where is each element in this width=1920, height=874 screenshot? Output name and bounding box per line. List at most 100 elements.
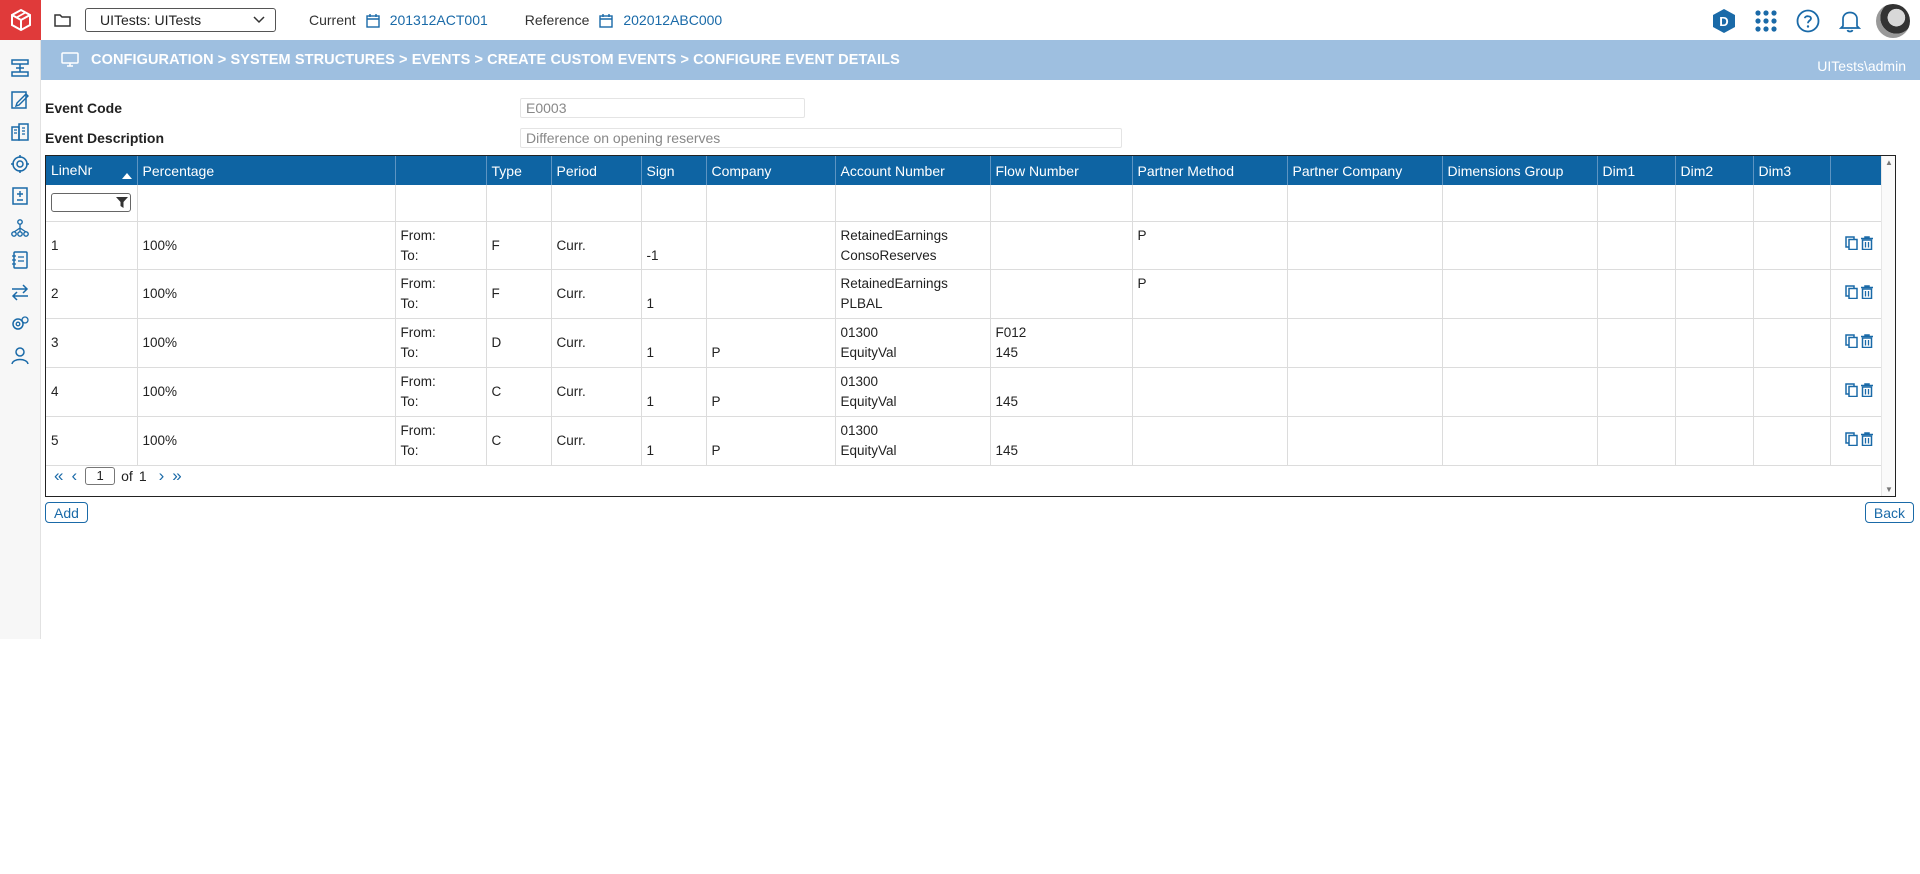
scroll-down-arrow-icon[interactable]: ▼ xyxy=(1885,485,1893,494)
column-header-dim2[interactable]: Dim2 xyxy=(1675,156,1754,185)
column-header-period[interactable]: Period xyxy=(551,156,642,185)
sidebar-item-configuration[interactable] xyxy=(0,308,41,340)
partner-company-cell xyxy=(1287,221,1443,271)
row-actions-cell xyxy=(1830,318,1882,369)
apps-grid-icon xyxy=(1755,10,1777,32)
column-header-company[interactable]: Company xyxy=(706,156,836,185)
grid-vertical-scrollbar[interactable]: ▲ ▼ xyxy=(1881,156,1895,496)
dim3-cell xyxy=(1753,269,1831,320)
dim3-cell xyxy=(1753,367,1831,418)
app-logo[interactable] xyxy=(0,0,41,40)
dimensions-group-cell xyxy=(1442,221,1598,271)
add-button[interactable]: Add xyxy=(45,502,88,523)
sidebar-item-users[interactable] xyxy=(0,340,41,372)
column-header-dim3[interactable]: Dim3 xyxy=(1753,156,1831,185)
partner-company-cell xyxy=(1287,269,1443,320)
percentage-cell: 100% xyxy=(137,318,396,369)
account-to: EquityVal xyxy=(840,443,897,459)
column-header-partner-method[interactable]: Partner Method xyxy=(1132,156,1288,185)
flow-number-cell: 145 xyxy=(990,416,1133,467)
account-to: EquityVal xyxy=(840,345,897,361)
copy-icon xyxy=(1844,383,1858,398)
period-cell: Curr. xyxy=(551,221,642,271)
user-avatar[interactable] xyxy=(1876,4,1910,38)
column-header-percentage[interactable]: Percentage xyxy=(137,156,396,185)
reference-period-picker[interactable]: 202012ABC000 xyxy=(599,12,722,28)
current-period-picker[interactable]: 201312ACT001 xyxy=(365,12,488,28)
swap-arrows-icon xyxy=(11,284,29,301)
flow-from xyxy=(996,421,1127,441)
breadcrumb-bar: CONFIGURATION > SYSTEM STRUCTURES > EVEN… xyxy=(41,40,1920,80)
linenr-filter-input[interactable] xyxy=(51,193,131,213)
d-badge-button[interactable]: D xyxy=(1708,5,1740,37)
table-row[interactable]: 4 100% From: To: C Curr. 1 P 01300 EquityVal 145 xyxy=(46,367,1882,418)
chevron-down-icon xyxy=(253,16,265,24)
copy-row-button[interactable] xyxy=(1844,320,1858,367)
sidebar-item-global-settings[interactable] xyxy=(0,148,41,180)
previous-page-button[interactable]: ‹ xyxy=(71,466,77,486)
table-row[interactable]: 3 100% From: To: D Curr. 1 P 01300 EquityVal F012 1… xyxy=(46,318,1882,369)
sidebar-item-companies[interactable] xyxy=(0,116,41,148)
back-button[interactable]: Back xyxy=(1864,502,1914,523)
scroll-up-arrow-icon[interactable]: ▲ xyxy=(1885,158,1893,167)
sidebar-item-transfers[interactable] xyxy=(0,276,41,308)
column-header-dimensions-group[interactable]: Dimensions Group xyxy=(1442,156,1598,185)
sign-cell: 1 xyxy=(641,416,707,467)
open-folder-button[interactable] xyxy=(41,0,85,40)
globe-gear-icon xyxy=(11,155,29,173)
table-row[interactable]: 1 100% From: To: F Curr. -1 RetainedEarnings Con… xyxy=(46,221,1882,271)
page-number-input[interactable]: 1 xyxy=(85,467,116,485)
dim1-cell xyxy=(1597,367,1676,418)
account-number-cell: RetainedEarnings ConsoReserves xyxy=(835,221,991,271)
column-header-sign[interactable]: Sign xyxy=(641,156,707,185)
help-button[interactable] xyxy=(1792,5,1824,37)
sidebar-item-structures[interactable] xyxy=(0,52,41,84)
column-header-flow-number[interactable]: Flow Number xyxy=(990,156,1133,185)
sidebar-item-hierarchy[interactable] xyxy=(0,212,41,244)
line-number-cell: 4 xyxy=(46,367,138,418)
delete-row-button[interactable] xyxy=(1860,271,1873,318)
from-label: From: xyxy=(400,423,436,439)
copy-row-button[interactable] xyxy=(1844,369,1858,416)
table-row[interactable]: 2 100% From: To: F Curr. 1 RetainedEarnings PLBA… xyxy=(46,269,1882,320)
notebook-icon xyxy=(12,251,28,269)
page-of-label: of xyxy=(121,468,133,484)
line-number-cell: 1 xyxy=(46,221,138,271)
flow-from xyxy=(996,226,1127,246)
copy-row-button[interactable] xyxy=(1844,418,1858,465)
table-row[interactable]: 5 100% From: To: C Curr. 1 P 01300 EquityVal 145 xyxy=(46,416,1882,467)
breadcrumb[interactable]: CONFIGURATION > SYSTEM STRUCTURES > EVEN… xyxy=(91,52,900,68)
workspace-select[interactable]: UITests: UITests xyxy=(85,8,276,32)
notifications-button[interactable] xyxy=(1834,5,1866,37)
apps-grid-button[interactable] xyxy=(1750,5,1782,37)
sidebar-item-edit[interactable] xyxy=(0,84,41,116)
column-header-type[interactable]: Type xyxy=(486,156,552,185)
delete-row-button[interactable] xyxy=(1860,222,1873,269)
first-page-button[interactable]: « xyxy=(54,466,63,486)
copy-icon xyxy=(1844,432,1858,447)
column-header-partner-company[interactable]: Partner Company xyxy=(1287,156,1443,185)
copy-row-button[interactable] xyxy=(1844,271,1858,318)
period-cell: Curr. xyxy=(551,367,642,418)
flow-number-cell xyxy=(990,221,1133,271)
from-to-cell: From: To: xyxy=(395,367,487,418)
dim2-cell xyxy=(1675,221,1754,271)
account-to: ConsoReserves xyxy=(840,247,937,263)
copy-row-button[interactable] xyxy=(1844,222,1858,269)
percentage-cell: 100% xyxy=(137,269,396,320)
column-header-linenr[interactable]: LineNr xyxy=(46,156,138,185)
delete-row-button[interactable] xyxy=(1860,320,1873,367)
sidebar-item-reports[interactable] xyxy=(0,180,41,212)
dim3-cell xyxy=(1753,416,1831,467)
next-page-button[interactable]: › xyxy=(159,466,165,486)
top-right-toolbar: D xyxy=(1708,4,1910,38)
column-header-dim1[interactable]: Dim1 xyxy=(1597,156,1676,185)
line-number-cell: 3 xyxy=(46,318,138,369)
sidebar-item-journal[interactable] xyxy=(0,244,41,276)
delete-row-button[interactable] xyxy=(1860,369,1873,416)
last-page-button[interactable]: » xyxy=(172,466,181,486)
delete-row-button[interactable] xyxy=(1860,418,1873,465)
pagination: « ‹ 1 of 1 › » xyxy=(54,466,190,486)
monitor-icon xyxy=(61,52,79,68)
column-header-account-number[interactable]: Account Number xyxy=(835,156,991,185)
